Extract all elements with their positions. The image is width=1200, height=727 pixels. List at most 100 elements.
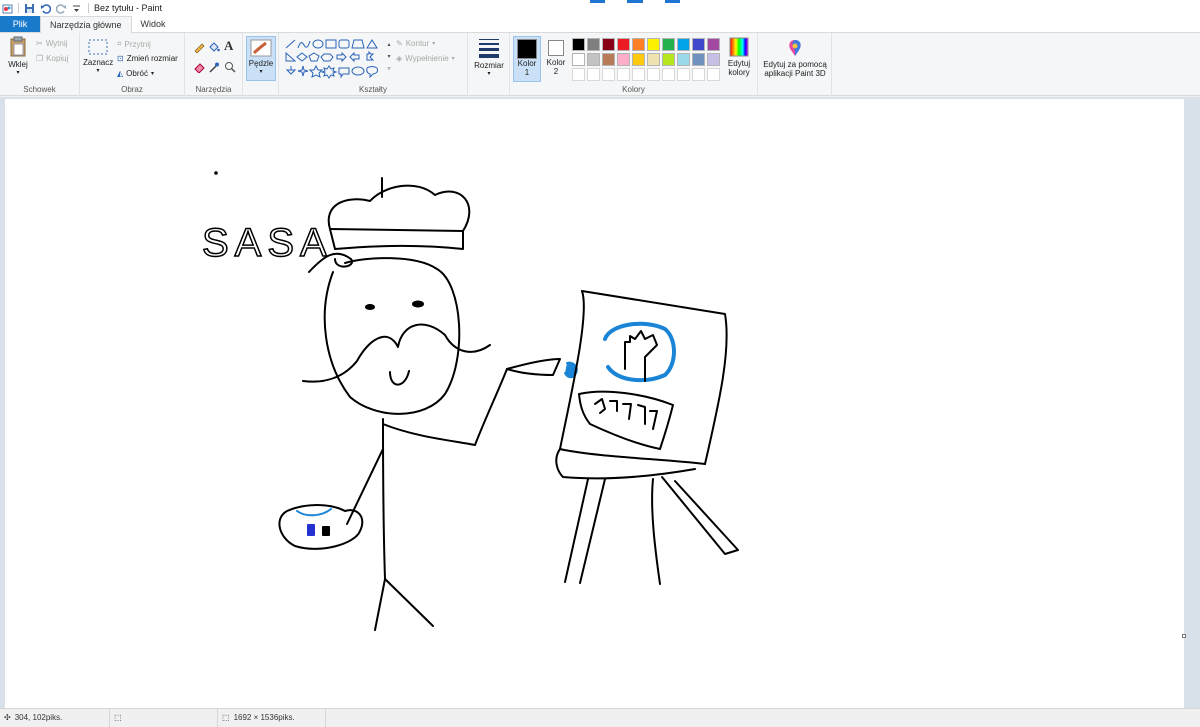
palette-swatch-custom[interactable]: [707, 68, 720, 81]
edit-colors-button[interactable]: Edytuj kolory: [724, 37, 754, 77]
shapes-gallery[interactable]: [283, 37, 387, 79]
palette-swatch[interactable]: [647, 38, 660, 51]
canvas-resize-right-handle[interactable]: [1182, 634, 1186, 638]
tab-view[interactable]: Widok: [132, 16, 175, 32]
line-size-icon: [479, 39, 499, 58]
palette-swatch-custom[interactable]: [617, 68, 630, 81]
color-picker-icon[interactable]: [208, 61, 220, 73]
paint3d-button[interactable]: Edytuj za pomocą aplikacji Paint 3D: [760, 38, 830, 78]
save-icon[interactable]: [24, 3, 35, 14]
paint3d-label-line1: Edytuj za pomocą: [763, 60, 827, 69]
drawing-canvas[interactable]: SASA: [5, 99, 1186, 708]
brushes-group: Pędzle ▾: [243, 33, 279, 96]
shapes-group: ▴ ▾ ▿ ✎ Kontur ▾ ◈ Wypełnienie ▾ Kształty: [279, 33, 468, 96]
palette-swatch-custom[interactable]: [602, 68, 615, 81]
palette-swatch[interactable]: [692, 53, 705, 66]
customize-toolbar-icon[interactable]: [72, 3, 83, 14]
ribbon: Wklej ▾ ✂ Wytnij ❐ Kopiuj Schowek Zaznac…: [0, 33, 1200, 96]
select-dropdown-icon[interactable]: ▾: [83, 67, 113, 76]
palette-swatch[interactable]: [677, 53, 690, 66]
palette-swatch[interactable]: [602, 38, 615, 51]
palette-swatch-custom[interactable]: [692, 68, 705, 81]
palette-swatch-custom[interactable]: [647, 68, 660, 81]
cursor-position: ✣ 304, 102piks.: [0, 708, 110, 727]
tab-file[interactable]: Plik: [0, 16, 40, 32]
ribbon-tabs: Plik Narzędzia główne Widok: [0, 16, 1200, 33]
size-dropdown-icon: ▾: [487, 71, 491, 77]
rotate-button[interactable]: ◭ Obróć ▾: [117, 69, 154, 78]
copy-label: Kopiuj: [46, 54, 69, 63]
drawing-text: SASA: [202, 221, 333, 265]
palette-swatch-custom[interactable]: [587, 68, 600, 81]
paste-button[interactable]: Wklej ▾: [4, 36, 32, 78]
color1-button[interactable]: Kolor 1: [513, 36, 541, 82]
window-title: Bez tytułu - Paint: [94, 3, 163, 13]
outline-button[interactable]: ✎ Kontur ▾: [396, 39, 435, 48]
eraser-icon[interactable]: [193, 61, 205, 73]
palette-swatch[interactable]: [602, 53, 615, 66]
outline-label: Kontur: [405, 39, 430, 48]
resize-label: Zmień rozmiar: [126, 54, 178, 63]
palette-swatch[interactable]: [617, 53, 630, 66]
palette-swatch[interactable]: [677, 38, 690, 51]
rotate-icon: ◭: [117, 69, 124, 78]
palette-swatch[interactable]: [587, 38, 600, 51]
shapes-scroll[interactable]: ▴ ▾ ▿: [385, 39, 393, 75]
palette-swatch-custom[interactable]: [572, 68, 585, 81]
color2-swatch: [548, 40, 564, 56]
brushes-button[interactable]: Pędzle ▾: [246, 36, 276, 81]
canvas-size: ⬚ 1692 × 1536piks.: [218, 708, 326, 727]
palette-swatch[interactable]: [587, 53, 600, 66]
palette-swatch[interactable]: [662, 38, 675, 51]
palette-swatch[interactable]: [692, 38, 705, 51]
palette-swatch[interactable]: [572, 38, 585, 51]
palette-swatch-custom[interactable]: [662, 68, 675, 81]
palette-swatch[interactable]: [662, 53, 675, 66]
paste-dropdown-icon[interactable]: ▾: [4, 69, 32, 78]
palette-swatch-custom[interactable]: [632, 68, 645, 81]
resize-icon: ⊡: [117, 54, 124, 63]
magnifier-icon[interactable]: [224, 61, 236, 73]
clipboard-group-label: Schowek: [23, 85, 56, 94]
size-group: Rozmiar ▾: [468, 33, 510, 96]
text-tool-icon[interactable]: A: [224, 38, 233, 54]
outline-dropdown-icon: ▾: [432, 41, 436, 47]
pencil-icon[interactable]: [193, 41, 205, 53]
scissors-icon: ✂: [36, 39, 43, 48]
palette-swatch-custom[interactable]: [677, 68, 690, 81]
top-edge-marks: [590, 0, 680, 3]
title-bar: Bez tytułu - Paint: [0, 0, 1200, 16]
palette-swatch[interactable]: [647, 53, 660, 66]
palette-swatch[interactable]: [617, 38, 630, 51]
tools-group-label: Narzędzia: [195, 85, 232, 94]
palette-swatch[interactable]: [707, 53, 720, 66]
tab-home[interactable]: Narzędzia główne: [40, 16, 132, 33]
cut-button[interactable]: ✂ Wytnij: [36, 39, 67, 48]
fill-button[interactable]: ◈ Wypełnienie ▾: [396, 54, 455, 63]
paint-brush: [506, 358, 578, 379]
palette-swatch[interactable]: [632, 53, 645, 66]
cursor-position-icon: ✣: [4, 713, 11, 722]
crop-button[interactable]: ⌗ Przytnij: [117, 39, 151, 49]
palette-swatch[interactable]: [632, 38, 645, 51]
color2-label-line2: 2: [553, 67, 559, 76]
head: [302, 257, 491, 415]
rotate-label: Obróć: [126, 69, 148, 78]
palette-swatch[interactable]: [707, 38, 720, 51]
select-button[interactable]: Zaznacz ▾: [83, 38, 113, 76]
paste-label: Wklej: [8, 60, 28, 69]
palette-swatch[interactable]: [572, 53, 585, 66]
size-button[interactable]: Rozmiar ▾: [471, 37, 507, 79]
color2-button[interactable]: Kolor 2: [544, 38, 568, 76]
undo-icon[interactable]: [40, 3, 52, 14]
color-wheel-icon: [729, 37, 749, 57]
fill-icon: ◈: [396, 54, 403, 63]
redo-icon[interactable]: [55, 3, 67, 14]
resize-button[interactable]: ⊡ Zmień rozmiar: [117, 54, 178, 63]
size-label: Rozmiar: [474, 61, 504, 70]
brush-icon: [250, 39, 272, 57]
copy-button[interactable]: ❐ Kopiuj: [36, 54, 68, 63]
clipboard-group: Wklej ▾ ✂ Wytnij ❐ Kopiuj Schowek: [0, 33, 80, 96]
fill-bucket-icon[interactable]: [208, 41, 220, 53]
paste-icon: [10, 36, 26, 57]
